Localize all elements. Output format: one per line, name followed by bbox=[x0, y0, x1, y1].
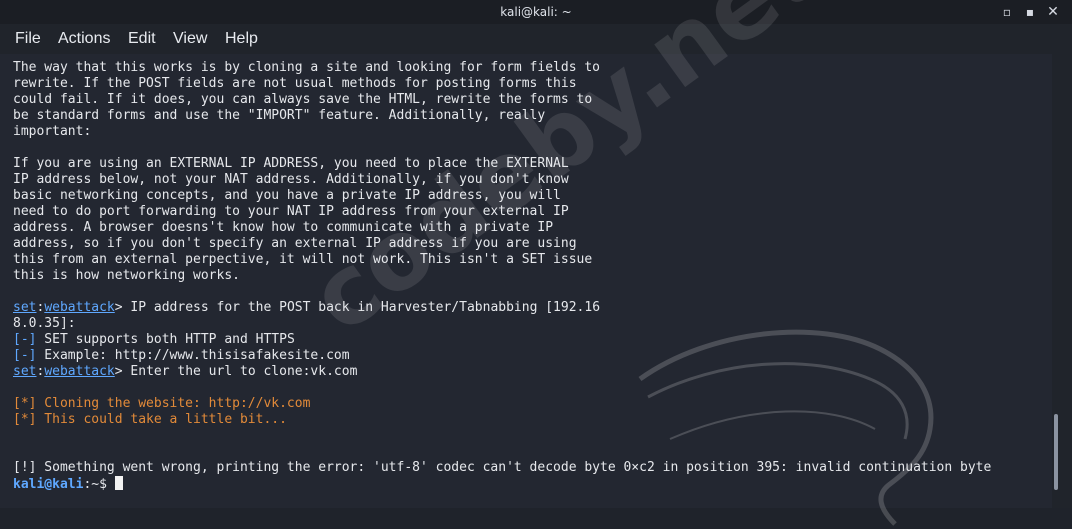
ip-prompt: > IP address for the POST back in Harves… bbox=[114, 300, 601, 315]
menu-file[interactable]: File bbox=[15, 29, 41, 49]
info-line: SET supports both HTTP and HTTPS bbox=[36, 332, 295, 347]
webattack-prompt: webattack bbox=[44, 300, 115, 315]
menu-view[interactable]: View bbox=[173, 29, 207, 49]
terminal-line: need to do port forwarding to your NAT I… bbox=[13, 204, 569, 219]
menu-actions[interactable]: Actions bbox=[58, 29, 110, 49]
url-prompt: > Enter the url to clone:vk.com bbox=[114, 364, 358, 379]
terminal-line: be standard forms and use the "IMPORT" f… bbox=[13, 108, 546, 123]
info-line: Example: http://www.thisisafakesite.com bbox=[36, 348, 350, 363]
terminal-line: address, so if you don't specify an exte… bbox=[13, 236, 577, 251]
menu-bar: File Actions Edit View Help bbox=[0, 24, 1072, 54]
terminal-line: The way that this works is by cloning a … bbox=[13, 60, 600, 75]
terminal-line: basic networking concepts, and you have … bbox=[13, 188, 561, 203]
maximize-icon[interactable]: ▪ bbox=[1022, 4, 1038, 20]
terminal-line: IP address below, not your NAT address. … bbox=[13, 172, 569, 187]
webattack-prompt: webattack bbox=[44, 364, 115, 379]
terminal-line: this is how networking works. bbox=[13, 268, 240, 283]
terminal-line: If you are using an EXTERNAL IP ADDRESS,… bbox=[13, 156, 569, 171]
minimize-icon[interactable]: ▫ bbox=[999, 4, 1015, 20]
window-titlebar: kali@kali: ~ ▫ ▪ ✕ bbox=[0, 0, 1072, 24]
window-title: kali@kali: ~ bbox=[500, 5, 572, 19]
close-icon[interactable]: ✕ bbox=[1045, 4, 1061, 20]
menu-edit[interactable]: Edit bbox=[128, 29, 156, 49]
error-line: [!] Something went wrong, printing the e… bbox=[13, 460, 992, 475]
terminal-line: address. A browser doesns't know how to … bbox=[13, 220, 554, 235]
menu-help[interactable]: Help bbox=[225, 29, 258, 49]
info-tag: [-] bbox=[13, 332, 37, 347]
terminal-line: important: bbox=[13, 124, 92, 139]
ip-prompt-cont: 8.0.35]: bbox=[13, 316, 76, 331]
terminal-line: rewrite. If the POST fields are not usua… bbox=[13, 76, 577, 91]
terminal-text: The way that this works is by cloning a … bbox=[13, 60, 991, 493]
scrollbar-thumb[interactable] bbox=[1054, 414, 1058, 490]
status-line: [*] This could take a little bit... bbox=[13, 412, 287, 427]
terminal-output[interactable]: codeby.net The way that this works is by… bbox=[0, 0, 1052, 526]
shell-path: :~$ bbox=[83, 477, 115, 492]
set-prompt: set bbox=[13, 300, 37, 315]
terminal-line: this from an external perpective, it wil… bbox=[13, 252, 593, 267]
shell-user: kali@kali bbox=[13, 477, 84, 492]
terminal-line: could fail. If it does, you can always s… bbox=[13, 92, 593, 107]
status-line: [*] Cloning the website: http://vk.com bbox=[13, 396, 311, 411]
terminal-cursor bbox=[114, 476, 123, 490]
info-tag: [-] bbox=[13, 348, 37, 363]
set-prompt: set bbox=[13, 364, 37, 379]
